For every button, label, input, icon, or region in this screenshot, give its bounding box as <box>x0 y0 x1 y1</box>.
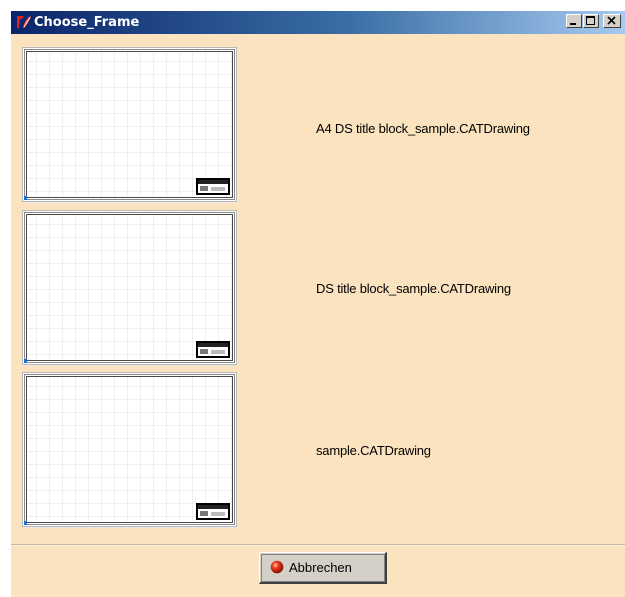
drawing-frame-preview <box>23 211 236 364</box>
frame-thumbnail-a4-ds-title-block[interactable] <box>22 47 237 202</box>
maximize-button[interactable] <box>583 14 599 28</box>
maximize-icon <box>586 16 595 25</box>
minimize-icon <box>570 23 576 25</box>
frame-thumbnail-ds-title-block[interactable] <box>22 210 237 365</box>
drawing-frame-preview <box>23 373 236 526</box>
red-ball-icon <box>270 560 284 574</box>
title-bar[interactable]: Choose_Frame <box>11 11 625 34</box>
footer-separator <box>11 544 625 546</box>
frame-label-ds-title-block[interactable]: DS title block_sample.CATDrawing <box>316 281 511 296</box>
cancel-button[interactable]: Abbrechen <box>259 552 387 584</box>
close-icon <box>607 16 616 25</box>
frame-thumbnail-sample[interactable] <box>22 372 237 527</box>
cancel-button-label: Abbrechen <box>289 560 352 575</box>
choose-frame-window: Choose_Frame A4 DS title block_sample.CA… <box>10 10 625 597</box>
frame-label-a4-ds-title-block[interactable]: A4 DS title block_sample.CATDrawing <box>316 121 530 136</box>
window-title: Choose_Frame <box>34 15 140 30</box>
drawing-frame-preview <box>23 48 236 201</box>
close-button[interactable] <box>603 14 621 28</box>
tk-feather-icon <box>17 16 31 28</box>
frame-label-sample[interactable]: sample.CATDrawing <box>316 443 431 458</box>
minimize-button[interactable] <box>566 14 582 28</box>
